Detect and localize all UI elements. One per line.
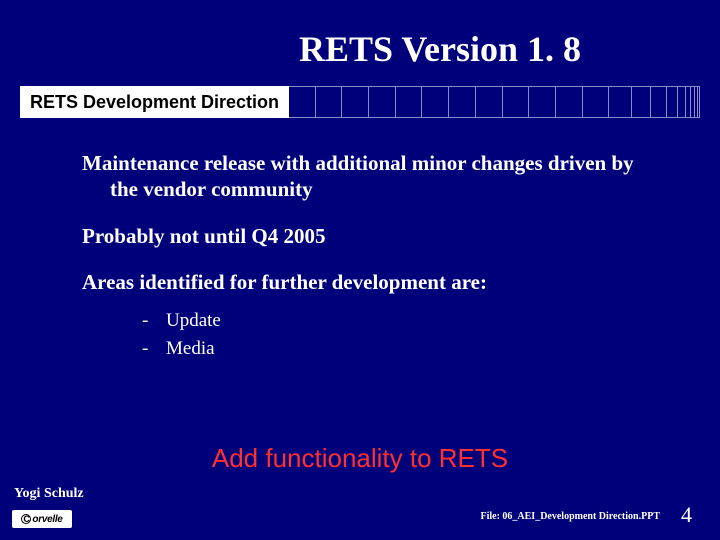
corvelle-logo: Corvelle [12,510,72,528]
copyright-icon: C [21,514,31,524]
decor-cell [289,86,316,118]
callout-text: Add functionality to RETS [0,443,720,474]
decor-cell [342,86,369,118]
page-number: 4 [681,502,692,528]
decor-cell [476,86,503,118]
slide-body: Maintenance release with additional mino… [82,150,642,362]
body-paragraph-2: Probably not until Q4 2005 [82,223,642,249]
sublist-item: -Media [142,335,642,363]
decor-cell [667,86,678,118]
subtitle-label: RETS Development Direction [20,86,289,118]
decor-cell [449,86,476,118]
decor-cell [503,86,530,118]
body-paragraph-1: Maintenance release with additional mino… [82,150,642,203]
decor-cell [651,86,666,118]
decor-cell [678,86,686,118]
sublist: -Update -Media [82,307,642,362]
decor-cell [316,86,343,118]
decor-cell [422,86,449,118]
subtitle-bar: RETS Development Direction [20,86,700,118]
decor-cell [396,86,423,118]
decor-cell [632,86,651,118]
decor-cell [609,86,632,118]
decor-cell [369,86,396,118]
author-label: Yogi Schulz [14,486,84,502]
file-path-label: File: 06_AEI_Development Direction.PPT [480,511,660,522]
decor-cell [583,86,610,118]
decor-cell [556,86,583,118]
decor-cell [698,86,700,118]
body-paragraph-3: Areas identified for further development… [82,269,642,295]
subtitle-grid-decor [289,86,700,118]
slide-title: RETS Version 1. 8 [0,28,720,70]
decor-cell [529,86,556,118]
sublist-item: -Update [142,307,642,335]
